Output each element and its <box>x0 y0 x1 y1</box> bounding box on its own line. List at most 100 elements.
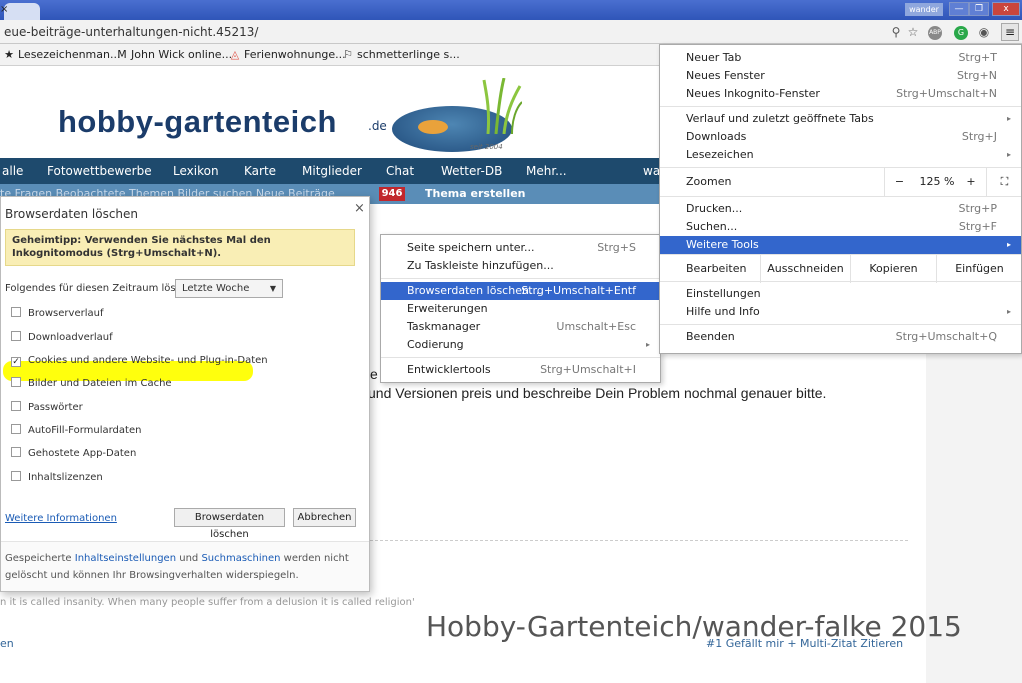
minimize-button[interactable]: — <box>949 2 969 16</box>
zoom-in-button[interactable]: + <box>960 168 982 196</box>
logo-since-label: seit 2004 <box>470 143 503 151</box>
menu-item-new-tab[interactable]: Neuer Tab Strg+T <box>660 49 1021 67</box>
checkbox[interactable] <box>11 307 21 317</box>
cut-button[interactable]: Ausschneiden <box>760 255 850 283</box>
post-signature: n it is called insanity. When many peopl… <box>0 597 415 608</box>
create-thread-link[interactable]: Thema erstellen <box>425 187 526 201</box>
menu-item-exit[interactable]: Beenden Strg+Umschalt+Q <box>660 328 1021 346</box>
checkbox[interactable] <box>11 424 21 434</box>
fullscreen-icon[interactable]: ⛶ <box>986 168 1022 196</box>
dialog-footer-text: Gespeicherte Inhaltseinstellungen und Su… <box>5 553 349 581</box>
search-engines-link[interactable]: Suchmaschinen <box>201 553 280 564</box>
adblock-icon[interactable]: ABP <box>928 26 942 40</box>
option-cookies[interactable]: ✓ Cookies und andere Website- und Plug-in… <box>11 354 268 370</box>
nav-item-fotowettbewerbe[interactable]: Fotowettbewerbe <box>47 163 152 179</box>
copy-button[interactable]: Kopieren <box>850 255 936 283</box>
option-downloadverlauf[interactable]: Downloadverlauf <box>11 331 113 347</box>
url-field[interactable]: eue-beiträge-unterhaltungen-nicht.45213/ <box>4 25 604 39</box>
option-passwords[interactable]: Passwörter <box>11 401 83 417</box>
menu-item-add-to-taskbar[interactable]: Zu Taskleiste hinzufügen... <box>381 257 660 275</box>
menu-item-help[interactable]: Hilfe und Info ▸ <box>660 303 1021 321</box>
content-settings-link[interactable]: Inhaltseinstellungen <box>75 553 176 564</box>
menu-item-history[interactable]: Verlauf und zuletzt geöffnete Tabs ▸ <box>660 110 1021 128</box>
nav-item-wetter-db[interactable]: Wetter-DB <box>441 163 502 179</box>
menu-item-find[interactable]: Suchen... Strg+F <box>660 218 1021 236</box>
menu-item-more-tools[interactable]: Weitere Tools ▸ <box>660 236 1021 254</box>
menu-item-settings[interactable]: Einstellungen <box>660 285 1021 303</box>
nav-item-mitglieder[interactable]: Mitglieder <box>302 163 362 179</box>
bookmark-item[interactable]: ★ Lesezeichenman... <box>3 48 120 62</box>
checkbox[interactable] <box>11 401 21 411</box>
edit-label: Bearbeiten <box>686 262 747 275</box>
checkbox-checked[interactable]: ✓ <box>11 357 21 367</box>
menu-item-task-manager[interactable]: Taskmanager Umschalt+Esc <box>381 318 660 336</box>
site-favicon-icon: M <box>117 48 127 61</box>
cancel-button[interactable]: Abbrechen <box>293 508 356 527</box>
menu-item-save-page[interactable]: Seite speichern unter... Strg+S <box>381 239 660 257</box>
checkbox[interactable] <box>11 447 21 457</box>
menu-item-print[interactable]: Drucken... Strg+P <box>660 200 1021 218</box>
site-logo[interactable]: hobby-gartenteich <box>58 104 337 140</box>
chrome-main-menu: Neuer Tab Strg+T Neues Fenster Strg+N Neue… <box>659 44 1022 354</box>
time-range-label: Folgendes für diesen Zeitraum löschen: <box>5 283 204 294</box>
bookmark-item[interactable]: M John Wick online... <box>116 48 232 62</box>
dialog-footer: Gespeicherte Inhaltseinstellungen und Su… <box>1 541 369 591</box>
butterfly-icon: ⚐ <box>343 48 353 61</box>
time-range-value: Letzte Woche <box>182 283 250 294</box>
bookmark-item[interactable]: ◬ Ferienwohnunge... <box>229 48 346 62</box>
checkbox[interactable] <box>11 331 21 341</box>
nav-item-mehr[interactable]: Mehr... <box>526 163 567 179</box>
paste-button[interactable]: Einfügen <box>936 255 1022 283</box>
option-cache[interactable]: Bilder und Dateien im Cache <box>11 377 172 393</box>
option-hosted-app-data[interactable]: Gehostete App-Daten <box>11 447 136 463</box>
maximize-button[interactable]: ❐ <box>969 2 989 16</box>
bookmark-item[interactable]: ⚐ schmetterlinge s... <box>342 48 460 62</box>
edit-row: Bearbeiten Ausschneiden Kopieren Einfüge… <box>660 254 1022 283</box>
option-content-licenses[interactable]: Inhaltslizenzen <box>11 471 103 487</box>
star-icon: ★ <box>4 48 14 61</box>
dropdown-arrow-icon: ▼ <box>269 284 276 293</box>
bookmark-star-icon[interactable]: ☆ <box>905 24 921 40</box>
checkbox[interactable] <box>11 471 21 481</box>
tab-close-icon[interactable]: × <box>0 4 10 16</box>
post-footer-left[interactable]: en <box>0 637 14 650</box>
address-bar: eue-beiträge-unterhaltungen-nicht.45213/… <box>0 20 1022 44</box>
new-posts-badge[interactable]: 946 <box>379 187 405 201</box>
option-browserverlauf[interactable]: Browserverlauf <box>11 307 103 323</box>
zoom-out-button[interactable]: − <box>884 168 914 196</box>
chrome-menu-button[interactable]: ≡ <box>1001 23 1019 41</box>
menu-item-bookmarks[interactable]: Lesezeichen ▸ <box>660 146 1021 164</box>
close-window-button[interactable]: x <box>992 2 1020 16</box>
incognito-tip: Geheimtipp: Verwenden Sie nächstes Mal d… <box>5 229 355 266</box>
profile-user-badge[interactable]: wander <box>905 3 943 16</box>
checkbox[interactable] <box>11 377 21 387</box>
menu-item-new-window[interactable]: Neues Fenster Strg+N <box>660 67 1021 85</box>
reed-icon <box>482 78 522 134</box>
nav-item-chat[interactable]: Chat <box>386 163 414 179</box>
zoom-value: 125 % <box>919 175 955 188</box>
menu-item-extensions[interactable]: Erweiterungen <box>381 300 660 318</box>
nav-item-user[interactable]: wa <box>643 163 660 179</box>
nav-item-lexikon[interactable]: Lexikon <box>173 163 219 179</box>
nav-item-karte[interactable]: Karte <box>244 163 276 179</box>
clear-data-button[interactable]: Browserdaten löschen <box>174 508 285 540</box>
menu-item-downloads[interactable]: Downloads Strg+J <box>660 128 1021 146</box>
clear-browsing-data-dialog: Browserdaten löschen × Geheimtipp: Verwe… <box>0 196 370 592</box>
menu-item-developer-tools[interactable]: Entwicklertools Strg+Umschalt+I <box>381 361 660 379</box>
option-autofill[interactable]: AutoFill-Formulardaten <box>11 424 141 440</box>
menu-item-encoding[interactable]: Codierung ▸ <box>381 336 660 354</box>
extension-icon[interactable]: G <box>954 26 968 40</box>
zoom-row: Zoomen − 125 % + ⛶ <box>660 168 1021 196</box>
more-info-link[interactable]: Weitere Informationen <box>5 513 117 524</box>
menu-separator <box>660 106 1021 107</box>
watermark-caption: Hobby-Gartenteich/wander-falke 2015 <box>426 610 962 643</box>
menu-item-new-incognito[interactable]: Neues Inkognito-Fenster Strg+Umschalt+N <box>660 85 1021 103</box>
menu-item-clear-browsing-data[interactable]: Browserdaten löschen... Strg+Umschalt+Ent… <box>381 282 660 300</box>
chevron-right-icon: ▸ <box>1006 240 1011 249</box>
extension-chat-icon[interactable]: ◉ <box>976 24 992 40</box>
chevron-right-icon: ▸ <box>1006 150 1011 159</box>
nav-item-alle[interactable]: alle <box>2 163 23 179</box>
close-icon[interactable]: × <box>354 201 365 216</box>
time-range-select[interactable]: Letzte Woche ▼ <box>175 279 283 298</box>
search-icon[interactable]: ⚲ <box>888 24 904 40</box>
